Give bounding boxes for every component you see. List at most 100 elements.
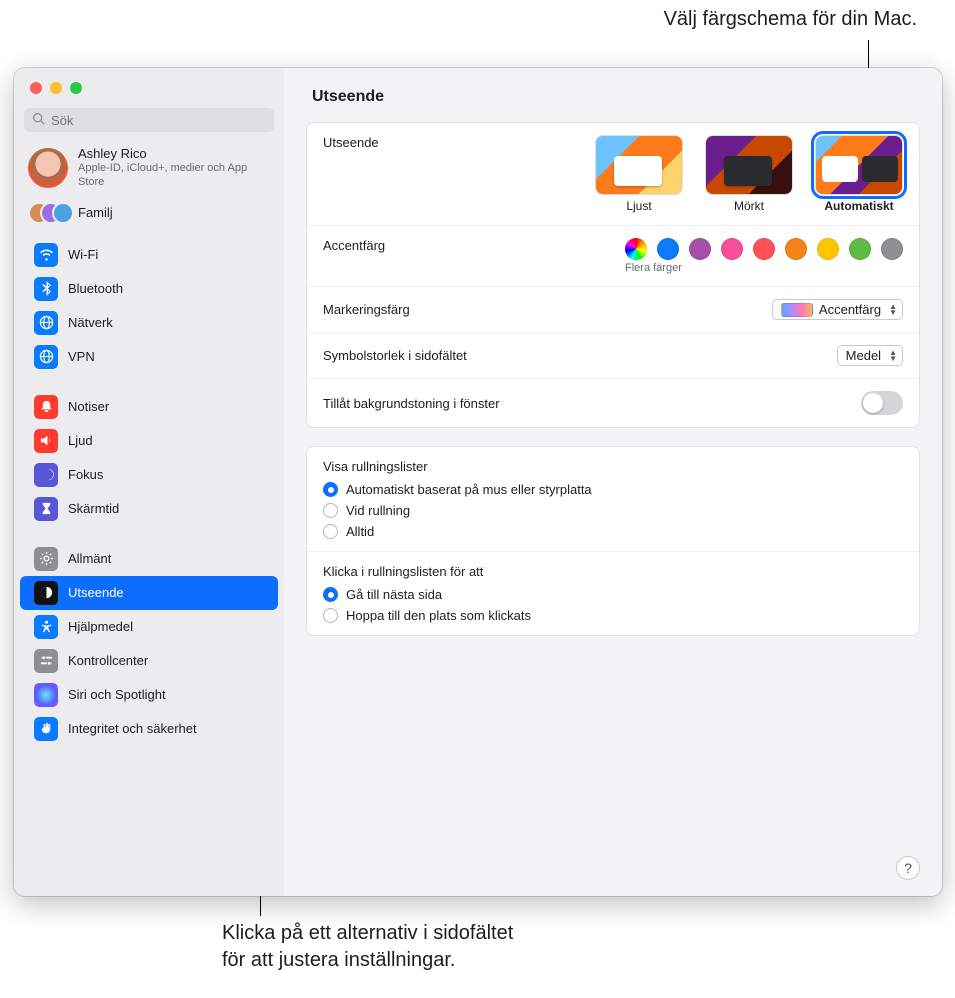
option-label: Alltid <box>346 524 374 539</box>
callout-bottom: Klicka på ett alternativ i sidofältet fö… <box>222 920 513 974</box>
sidebar-item-wifi[interactable]: Wi-Fi <box>20 238 278 272</box>
sidebar-item-controlcenter[interactable]: Kontrollcenter <box>20 644 278 678</box>
sidebar-item-label: VPN <box>68 349 95 364</box>
callout-bottom-line2: för att justera inställningar. <box>222 947 513 974</box>
sidebar-item-label: Utseende <box>68 585 124 600</box>
sidebar-size-popup[interactable]: Medel ▲▼ <box>837 345 903 366</box>
close-button[interactable] <box>30 82 42 94</box>
accent-red[interactable] <box>753 238 775 260</box>
scrollbars-group: Visa rullningslister Automatiskt baserat… <box>323 459 592 539</box>
option-label: Automatiskt baserat på mus eller styrpla… <box>346 482 592 497</box>
search-input[interactable] <box>51 113 266 128</box>
theme-label: Ljust <box>626 199 651 213</box>
account-sub: Apple-ID, iCloud+, medier och App Store <box>78 162 270 190</box>
bluetooth-icon <box>34 277 58 301</box>
accent-graphite[interactable] <box>881 238 903 260</box>
accent-purple[interactable] <box>689 238 711 260</box>
hourglass-icon <box>34 497 58 521</box>
sidebar-item-label: Hjälpmedel <box>68 619 133 634</box>
theme-option-dark[interactable]: Mörkt <box>705 135 793 213</box>
accent-yellow[interactable] <box>817 238 839 260</box>
globe-icon <box>34 311 58 335</box>
option-label: Hoppa till den plats som klickats <box>346 608 531 623</box>
accent-swatches <box>625 238 903 260</box>
sidebar-item-accessibility[interactable]: Hjälpmedel <box>20 610 278 644</box>
sidebar-item-label: Wi-Fi <box>68 247 98 262</box>
search-field[interactable] <box>24 108 274 132</box>
scroll-panel: Visa rullningslister Automatiskt baserat… <box>306 446 920 636</box>
sidebar-item-label: Ljud <box>68 433 93 448</box>
sidebar-item-label: Allmänt <box>68 551 111 566</box>
sidebar: Ashley Rico Apple-ID, iCloud+, medier oc… <box>14 68 284 896</box>
wallpaper-tint-label: Tillåt bakgrundstoning i fönster <box>323 396 500 411</box>
family-row[interactable]: Familj <box>14 196 284 234</box>
scrollbars-title: Visa rullningslister <box>323 459 592 474</box>
option-label: Gå till nästa sida <box>346 587 442 602</box>
accent-pink[interactable] <box>721 238 743 260</box>
moon-icon <box>34 463 58 487</box>
option-label: Vid rullning <box>346 503 410 518</box>
accent-sublabel: Flera färger <box>625 262 903 274</box>
sidebar-item-notifications[interactable]: Notiser <box>20 390 278 424</box>
radio-icon <box>323 587 338 602</box>
apple-id-row[interactable]: Ashley Rico Apple-ID, iCloud+, medier oc… <box>14 140 284 196</box>
click-option-nextpage[interactable]: Gå till nästa sida <box>323 587 531 602</box>
speaker-icon <box>34 429 58 453</box>
theme-label: Automatiskt <box>824 199 893 213</box>
accent-multicolor[interactable] <box>625 238 647 260</box>
account-name: Ashley Rico <box>78 146 270 162</box>
settings-window: Ashley Rico Apple-ID, iCloud+, medier oc… <box>14 68 942 896</box>
theme-label: Mörkt <box>734 199 764 213</box>
highlight-label: Markeringsfärg <box>323 302 410 317</box>
highlight-popup[interactable]: Accentfärg ▲▼ <box>772 299 903 320</box>
accessibility-icon <box>34 615 58 639</box>
page-title: Utseende <box>284 68 942 122</box>
sidebar-item-general[interactable]: Allmänt <box>20 542 278 576</box>
scrollbars-option-auto[interactable]: Automatiskt baserat på mus eller styrpla… <box>323 482 592 497</box>
sidebar-item-network[interactable]: Nätverk <box>20 306 278 340</box>
accent-green[interactable] <box>849 238 871 260</box>
minimize-button[interactable] <box>50 82 62 94</box>
sidebar-item-label: Kontrollcenter <box>68 653 148 668</box>
sidebar-item-siri[interactable]: Siri och Spotlight <box>20 678 278 712</box>
radio-icon <box>323 482 338 497</box>
highlight-value: Accentfärg <box>819 302 881 317</box>
siri-icon <box>34 683 58 707</box>
sidebar-item-privacy[interactable]: Integritet och säkerhet <box>20 712 278 746</box>
scrollbars-option-scrolling[interactable]: Vid rullning <box>323 503 592 518</box>
theme-chooser: Ljust Mörkt Automatiskt <box>595 135 903 213</box>
family-label: Familj <box>78 205 113 220</box>
radio-icon <box>323 524 338 539</box>
help-button[interactable]: ? <box>896 856 920 880</box>
search-icon <box>32 112 45 128</box>
chevron-updown-icon: ▲▼ <box>887 304 899 316</box>
zoom-button[interactable] <box>70 82 82 94</box>
callout-top: Välj färgschema för din Mac. <box>664 8 917 31</box>
sidebar-item-bluetooth[interactable]: Bluetooth <box>20 272 278 306</box>
click-title: Klicka i rullningslisten för att <box>323 564 531 579</box>
sidebar-list: Wi-Fi Bluetooth Nätverk VPN <box>14 234 284 896</box>
appearance-icon <box>34 581 58 605</box>
theme-option-auto[interactable]: Automatiskt <box>815 135 903 213</box>
avatar <box>28 148 68 188</box>
sidebar-item-label: Siri och Spotlight <box>68 687 166 702</box>
click-option-jump[interactable]: Hoppa till den plats som klickats <box>323 608 531 623</box>
family-icon <box>28 202 68 224</box>
sidebar-item-screentime[interactable]: Skärmtid <box>20 492 278 526</box>
highlight-chip-icon <box>781 303 813 317</box>
accent-orange[interactable] <box>785 238 807 260</box>
accent-blue[interactable] <box>657 238 679 260</box>
callout-bottom-line1: Klicka på ett alternativ i sidofältet <box>222 920 513 947</box>
sidebar-item-label: Bluetooth <box>68 281 123 296</box>
sidebar-item-sound[interactable]: Ljud <box>20 424 278 458</box>
sidebar-item-focus[interactable]: Fokus <box>20 458 278 492</box>
sidebar-item-vpn[interactable]: VPN <box>20 340 278 374</box>
sidebar-item-label: Integritet och säkerhet <box>68 721 197 736</box>
sidebar-size-label: Symbolstorlek i sidofältet <box>323 348 467 363</box>
wallpaper-tint-toggle[interactable] <box>861 391 903 415</box>
sidebar-item-appearance[interactable]: Utseende <box>20 576 278 610</box>
account-texts: Ashley Rico Apple-ID, iCloud+, medier oc… <box>78 146 270 190</box>
chevron-updown-icon: ▲▼ <box>887 350 899 362</box>
theme-option-light[interactable]: Ljust <box>595 135 683 213</box>
scrollbars-option-always[interactable]: Alltid <box>323 524 592 539</box>
